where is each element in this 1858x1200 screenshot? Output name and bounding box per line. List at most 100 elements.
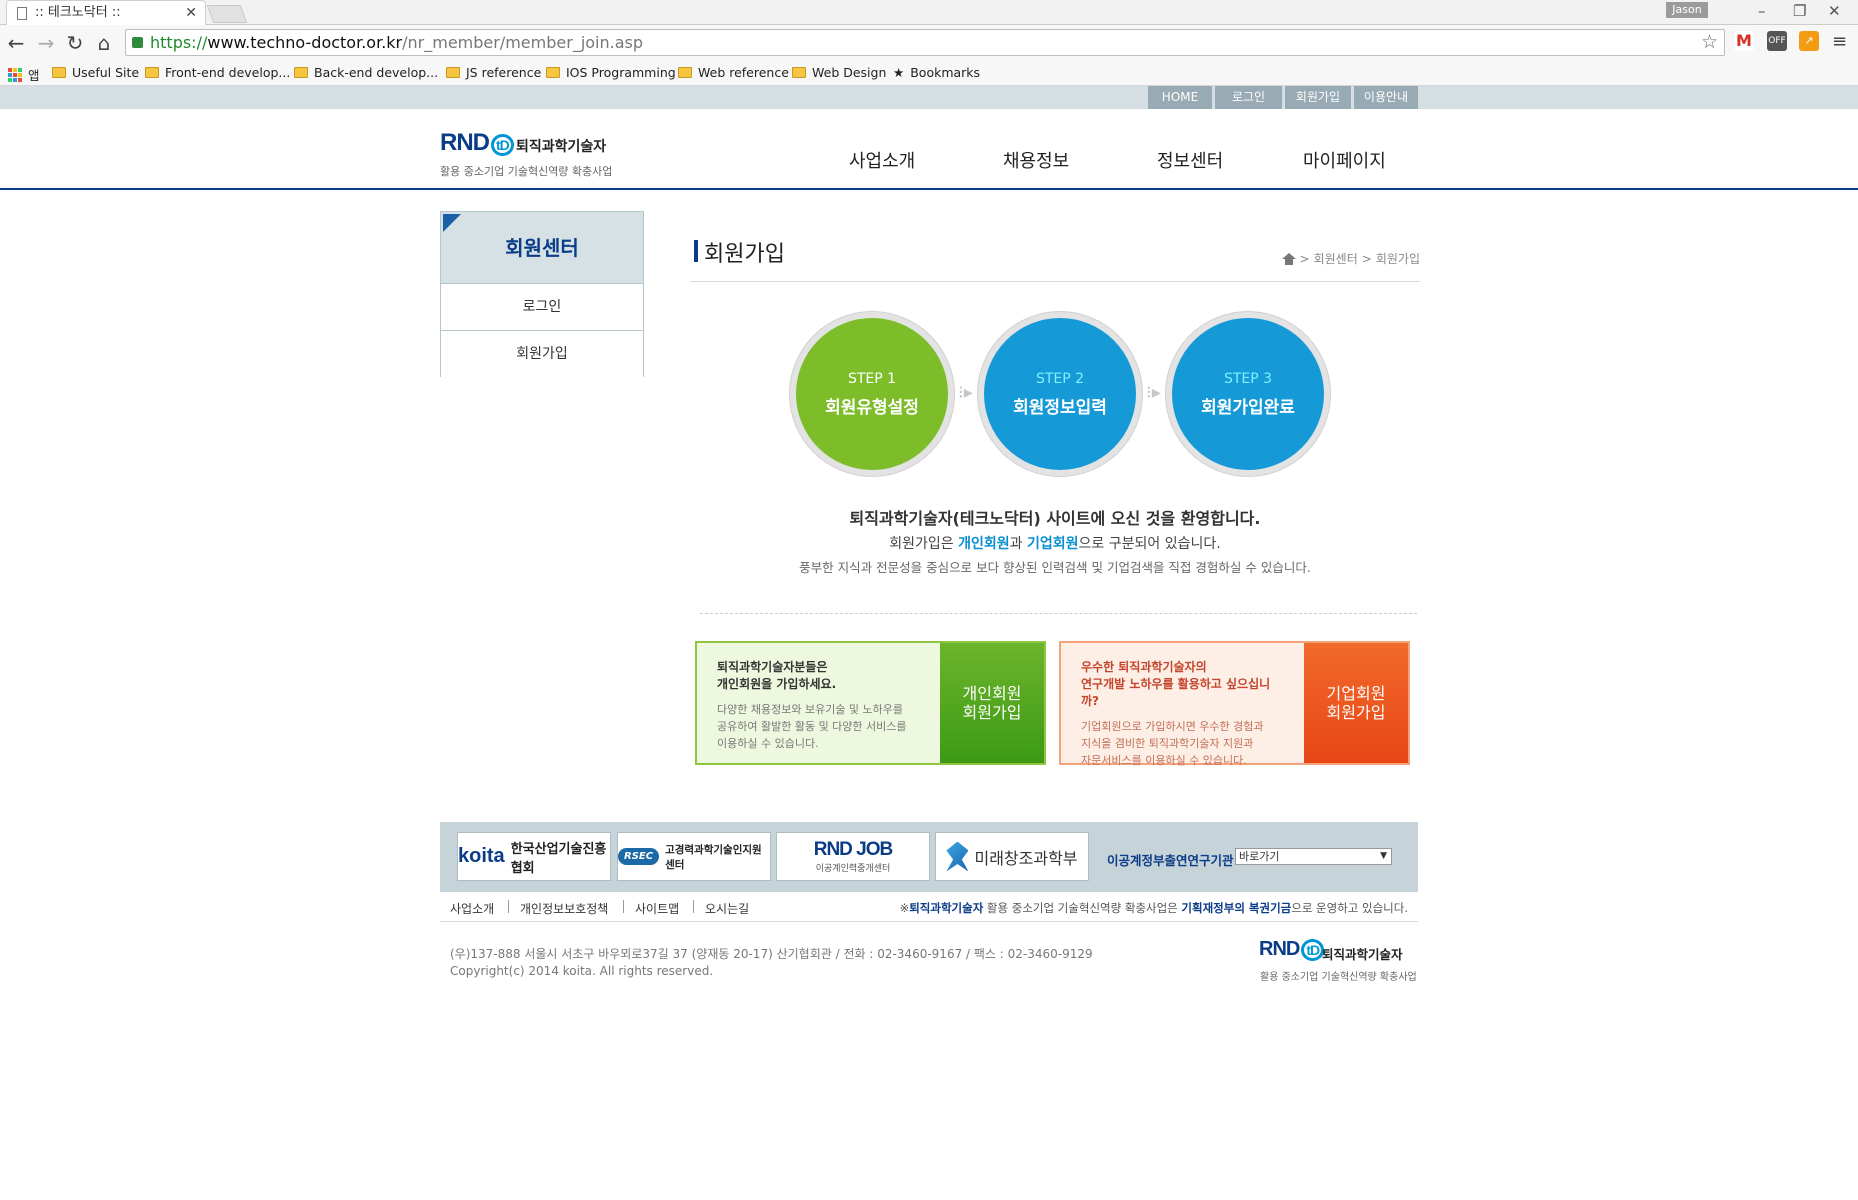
related-institutes-label: 이공계정부출연연구기관 [1107, 853, 1234, 868]
bookmarks-bar: 앱 Useful Site Front-end develop... Back-… [0, 60, 1858, 86]
title-marker [694, 240, 698, 262]
rsec-logo: RSEC [618, 848, 660, 865]
browser-tab[interactable]: :: 테크노닥터 :: ✕ [6, 0, 206, 25]
breadcrumb-join[interactable]: 회원가입 [1376, 250, 1420, 267]
util-home-link[interactable]: HOME [1148, 86, 1212, 109]
company-join-button[interactable]: 기업회원 회원가입 [1304, 643, 1408, 763]
footer-logo: RND tD 퇴직과학기술자 활용 중소기업 기술혁신역량 확충사업 [1259, 938, 1417, 984]
personal-join-box: 퇴직과학기술자분들은 개인회원을 가입하세요. 다양한 채용정보와 보유기술 및 … [695, 641, 1046, 765]
bookmark-js-reference[interactable]: JS reference [446, 65, 541, 80]
url-path: /nr_member/member_join.asp [402, 33, 644, 52]
footer-about-link[interactable]: 사업소개 [450, 900, 494, 917]
step-arrow-icon: ⁝▸ [1146, 382, 1161, 403]
footer-directions-link[interactable]: 오시는길 [705, 900, 749, 917]
koita-name: 한국산업기술진흥협회 [510, 841, 607, 876]
home-icon[interactable]: ⌂ [92, 31, 116, 55]
reload-icon[interactable]: ↻ [63, 31, 87, 55]
profile-badge[interactable]: Jason [1666, 2, 1708, 18]
breadcrumb: > 회원센터 > 회원가입 [1281, 250, 1420, 267]
welcome-description: 풍부한 지식과 전문성을 중심으로 보다 향상된 인력검색 및 기업검색을 직접… [799, 560, 1311, 575]
partner-rndjob[interactable]: RND JOB 이공계인력중개센터 [776, 832, 930, 881]
welcome-heading: 퇴직과학기술자(테크노닥터) 사이트에 오신 것을 환영합니다. [849, 509, 1261, 528]
company-join-description: 기업회원으로 가입하시면 우수한 경험과 지식을 겸비한 퇴직과학기술자 지원과 자… [1081, 720, 1264, 767]
company-member-highlight: 기업회원 [1027, 536, 1079, 552]
url-input[interactable]: https://www.techno-doctor.or.kr/nr_membe… [125, 29, 1725, 56]
rndjob-logo: RND JOB [813, 839, 894, 860]
step-number: STEP 3 [1223, 370, 1273, 387]
step-number: STEP 1 [847, 370, 897, 387]
utility-strip [0, 86, 1858, 109]
bookmark-useful-site[interactable]: Useful Site [52, 65, 139, 80]
footer-sitemap-link[interactable]: 사이트맵 [635, 900, 679, 917]
logo-subtitle: 활용 중소기업 기술혁신역량 확충사업 [440, 165, 613, 178]
partner-rsec[interactable]: RSEC 고경력과학기술인지원센터 [617, 832, 771, 881]
side-nav: 회원센터 로그인 회원가입 [440, 211, 644, 378]
personal-join-button[interactable]: 개인회원 회원가입 [940, 643, 1044, 763]
restore-icon[interactable]: ❐ [1793, 2, 1806, 20]
footer-privacy-link[interactable]: 개인정보보호정책 [520, 900, 608, 917]
footer-address: (우)137-888 서울시 서초구 바우뫼로37길 37 (양재동 20-17… [450, 946, 1093, 980]
tab-close-icon[interactable]: ✕ [185, 1, 197, 25]
side-nav-join[interactable]: 회원가입 [441, 331, 643, 378]
gmail-extension-icon[interactable]: M [1734, 31, 1754, 51]
folder-icon [294, 67, 308, 78]
logo-name: 퇴직과학기술자 [516, 139, 607, 155]
bookmark-back-end[interactable]: Back-end develop... [294, 65, 438, 80]
personal-member-highlight: 개인회원 [958, 536, 1010, 552]
step-1-circle: STEP 1 회원유형설정 [790, 312, 954, 476]
funding-note: ※퇴직과학기술자 활용 중소기업 기술혁신역량 확충사업은 기획재정부의 복권기… [899, 901, 1408, 915]
rsec-name: 고경력과학기술인지원센터 [665, 843, 762, 871]
gnb-about[interactable]: 사업소개 [849, 147, 915, 173]
side-nav-login[interactable]: 로그인 [441, 284, 643, 331]
step-number: STEP 2 [1035, 370, 1085, 387]
rndjob-subtitle: 이공계인력중개센터 [815, 864, 891, 874]
folder-icon [446, 67, 460, 78]
personal-join-description: 다양한 채용정보와 보유기술 및 노하우를 공유하여 활발한 활동 및 다양한 서… [717, 703, 907, 750]
gnb-info-center[interactable]: 정보센터 [1157, 147, 1223, 173]
step-label: 회원유형설정 [825, 397, 919, 418]
logo-mark: RND tD [440, 129, 514, 157]
analytics-extension-icon[interactable]: ↗ [1799, 31, 1819, 51]
url-host: www.techno-doctor.or.kr [207, 33, 403, 52]
bookmark-web-reference[interactable]: Web reference [678, 65, 789, 80]
bookmark-web-design[interactable]: Web Design [792, 65, 886, 80]
dashed-divider [700, 613, 1417, 614]
step-arrow-icon: ⁝▸ [958, 382, 973, 403]
bookmark-ios-programming[interactable]: IOS Programming [546, 65, 676, 80]
footer-links: 사업소개 개인정보보호정책 사이트맵 오시는길 ※퇴직과학기술자 활용 중소기업… [440, 896, 1418, 922]
bookmark-front-end[interactable]: Front-end develop... [145, 65, 290, 80]
breadcrumb-member-center[interactable]: 회원센터 [1314, 250, 1358, 267]
folder-icon [546, 67, 560, 78]
close-window-icon[interactable]: ✕ [1828, 2, 1841, 20]
off-extension-icon[interactable]: OFF [1767, 31, 1787, 51]
gnb-jobs[interactable]: 채용정보 [1003, 147, 1069, 173]
bookmark-apps[interactable]: 앱 [8, 65, 40, 84]
tab-title: :: 테크노닥터 :: [35, 5, 121, 20]
logo-name: 퇴직과학기술자 [1322, 947, 1403, 962]
bookmark-star-icon[interactable]: ☆ [1701, 30, 1718, 55]
partner-msip[interactable]: 미래창조과학부 [935, 832, 1089, 881]
forward-arrow-icon[interactable]: → [34, 31, 58, 55]
welcome-member-types: 회원가입은 개인회원과 기업회원으로 구분되어 있습니다. [889, 536, 1221, 552]
site-logo[interactable]: RND tD 퇴직과학기술자 활용 중소기업 기술혁신역량 확충사업 [440, 129, 640, 185]
company-join-heading: 우수한 퇴직과학기술자의 연구개발 노하우를 활용하고 싶으십니까? [1081, 660, 1271, 708]
related-institutes-select[interactable]: 바로가기 ▼ [1235, 848, 1392, 865]
bookmark-bookmarks[interactable]: ★ Bookmarks [893, 65, 980, 80]
minimize-icon[interactable]: – [1758, 2, 1766, 20]
folder-icon [678, 67, 692, 78]
browser-tab-strip: :: 테크노닥터 :: ✕ Jason – ❐ ✕ [0, 0, 1858, 25]
util-guide-link[interactable]: 이용안내 [1354, 86, 1418, 109]
back-arrow-icon[interactable]: ← [4, 31, 28, 55]
breadcrumb-home-icon[interactable] [1281, 252, 1296, 265]
lock-icon [132, 37, 143, 48]
util-login-link[interactable]: 로그인 [1215, 86, 1282, 109]
logo-mark: RND tD [1259, 938, 1325, 961]
browser-menu-icon[interactable]: ≡ [1832, 31, 1847, 52]
breadcrumb-sep: > [1299, 251, 1310, 266]
new-tab-button[interactable] [206, 5, 248, 23]
util-join-link[interactable]: 회원가입 [1285, 86, 1351, 109]
gnb-mypage[interactable]: 마이페이지 [1303, 147, 1386, 173]
partner-koita[interactable]: koita 한국산업기술진흥협회 [457, 832, 611, 881]
copyright-line: Copyright(c) 2014 koita. All rights rese… [450, 964, 714, 978]
footer-separator [508, 900, 509, 913]
